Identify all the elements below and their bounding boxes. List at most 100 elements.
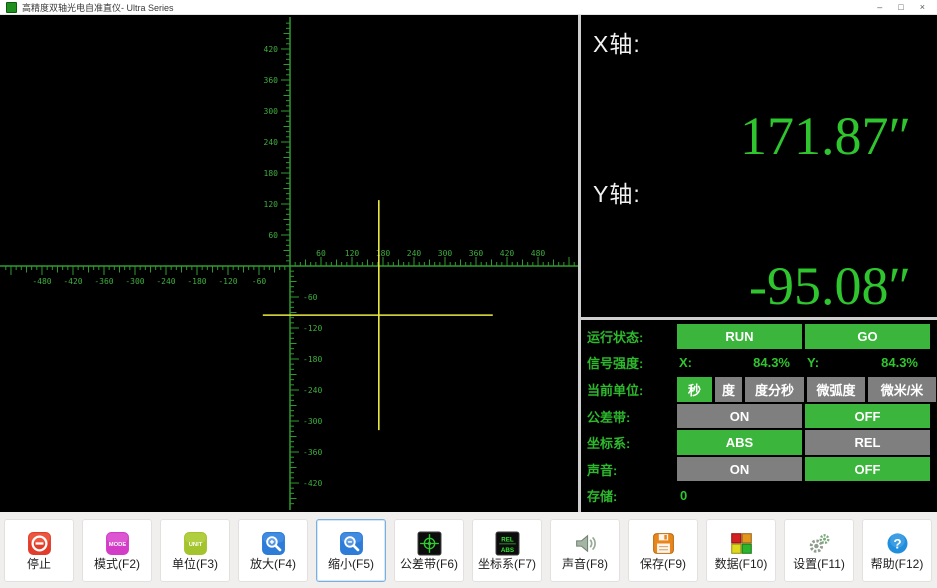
x-axis-readout: X轴: 171.87″	[581, 17, 937, 167]
svg-text:REL: REL	[501, 536, 514, 543]
sound-button[interactable]: 声音(F8)	[550, 519, 620, 582]
svg-text:120: 120	[345, 249, 360, 258]
status-row-label: 公差带:	[587, 404, 677, 429]
signal-axis-value: 84.3%	[881, 355, 918, 370]
svg-text:-300: -300	[303, 417, 322, 426]
toolbar-button-label: 停止	[27, 558, 51, 571]
svg-text:240: 240	[264, 138, 279, 147]
status-button[interactable]: RUN	[677, 324, 802, 349]
graph-panel: -480-420-360-300-240-180-120-60601201802…	[0, 15, 578, 512]
toolbar-button-label: 声音(F8)	[562, 558, 608, 571]
toolbar-button-label: 坐标系(F7)	[478, 558, 536, 571]
svg-text:360: 360	[264, 76, 279, 85]
window-controls: – □ ×	[877, 0, 925, 15]
status-button[interactable]: GO	[805, 324, 930, 349]
status-row: 运行状态:RUNGO	[587, 324, 930, 349]
tolerance-button[interactable]: 公差带(F6)	[394, 519, 464, 582]
data-button[interactable]: 数据(F10)	[706, 519, 776, 582]
status-row-cells: RUNGO	[677, 324, 930, 349]
status-button[interactable]: 秒	[677, 377, 712, 402]
svg-text:ABS: ABS	[500, 546, 513, 553]
coordinate-button[interactable]: REL ABS 坐标系(F7)	[472, 519, 542, 582]
svg-text:360: 360	[469, 249, 484, 258]
status-button[interactable]: REL	[805, 430, 930, 455]
toolbar-button-label: 设置(F11)	[793, 558, 845, 571]
svg-text:480: 480	[531, 249, 546, 258]
signal-axis-name: X:	[679, 355, 692, 370]
signal-axis-name: Y:	[807, 355, 819, 370]
save-button[interactable]: 保存(F9)	[628, 519, 698, 582]
toolbar-button-label: 模式(F2)	[94, 558, 140, 571]
status-row-label: 信号强度:	[587, 351, 677, 376]
svg-text:?: ?	[893, 536, 901, 551]
zoom-out-button[interactable]: 缩小(F5)	[316, 519, 386, 582]
graph-canvas: -480-420-360-300-240-180-120-60601201802…	[0, 15, 578, 512]
help-button[interactable]: ?帮助(F12)	[862, 519, 932, 582]
svg-text:-360: -360	[94, 277, 113, 286]
svg-text:-480: -480	[32, 277, 51, 286]
status-button[interactable]: ABS	[677, 430, 802, 455]
svg-text:UNIT: UNIT	[188, 542, 202, 548]
status-button[interactable]: 微弧度	[807, 377, 865, 402]
close-icon[interactable]: ×	[920, 0, 925, 15]
svg-text:-180: -180	[187, 277, 206, 286]
svg-text:-180: -180	[303, 355, 322, 364]
y-axis-label: Y轴:	[593, 175, 641, 209]
settings-button[interactable]: 设置(F11)	[784, 519, 854, 582]
status-row: 坐标系:ABSREL	[587, 430, 930, 455]
mode-button[interactable]: MODE 模式(F2)	[82, 519, 152, 582]
svg-text:60: 60	[268, 231, 278, 240]
mode-icon: MODE	[104, 530, 130, 556]
status-row: 信号强度:X:84.3% Y: 84.3%	[587, 351, 930, 376]
svg-text:-60: -60	[252, 277, 267, 286]
svg-text:-120: -120	[218, 277, 237, 286]
status-button[interactable]: 微米/米	[868, 377, 936, 402]
status-row-cells: ABSREL	[677, 430, 930, 455]
status-row: 当前单位:秒度度分秒微弧度微米/米	[587, 377, 930, 402]
svg-text:-240: -240	[303, 386, 322, 395]
right-panel: X轴: 171.87″ Y轴: -95.08″ 运行状态:RUNGO信号强度:X…	[581, 15, 937, 512]
status-row-label: 当前单位:	[587, 377, 677, 402]
svg-text:60: 60	[316, 249, 326, 258]
storage-count: 0	[677, 483, 687, 508]
status-button[interactable]: 度分秒	[745, 377, 804, 402]
stop-icon	[26, 530, 52, 556]
status-button[interactable]: 度	[715, 377, 742, 402]
svg-text:MODE: MODE	[108, 542, 126, 548]
minimize-icon[interactable]: –	[877, 0, 882, 15]
svg-text:-240: -240	[156, 277, 175, 286]
svg-text:-360: -360	[303, 448, 322, 457]
readout-display: X轴: 171.87″ Y轴: -95.08″	[581, 15, 937, 317]
zoom-out-icon	[338, 530, 364, 556]
data-icon	[728, 530, 754, 556]
status-row: 存储:0	[587, 483, 930, 508]
signal-strength: X:84.3%	[677, 351, 802, 376]
status-table: 运行状态:RUNGO信号强度:X:84.3%Y:84.3%当前单位:秒度度分秒微…	[581, 320, 937, 512]
status-row-cells: 0	[677, 483, 930, 508]
toolbar-button-label: 缩小(F5)	[328, 558, 374, 571]
svg-text:-300: -300	[125, 277, 144, 286]
status-button[interactable]: OFF	[805, 404, 930, 429]
svg-text:300: 300	[438, 249, 453, 258]
status-row: 公差带:ONOFF	[587, 404, 930, 429]
status-row-cells: X:84.3% Y: 84.3%	[677, 351, 930, 376]
zoom-in-button[interactable]: 放大(F4)	[238, 519, 308, 582]
y-axis-value: -95.08″	[749, 259, 911, 313]
status-button[interactable]: ON	[677, 457, 802, 482]
status-row-label: 坐标系:	[587, 430, 677, 455]
status-button[interactable]: ON	[677, 404, 802, 429]
stop-button[interactable]: 停止	[4, 519, 74, 582]
status-row-cells: ONOFF	[677, 404, 930, 429]
svg-text:300: 300	[264, 107, 279, 116]
maximize-icon[interactable]: □	[898, 0, 903, 15]
tolerance-icon	[416, 530, 442, 556]
window-title: 高精度双轴光电自准直仪- Ultra Series	[22, 1, 872, 14]
toolbar-button-label: 放大(F4)	[250, 558, 296, 571]
svg-text:-60: -60	[303, 293, 318, 302]
status-button[interactable]: OFF	[805, 457, 930, 482]
settings-icon	[806, 530, 832, 556]
status-row-cells: 秒度度分秒微弧度微米/米	[677, 377, 930, 402]
status-row-label: 运行状态:	[587, 324, 677, 349]
toolbar-button-label: 公差带(F6)	[400, 558, 458, 571]
unit-button[interactable]: UNIT单位(F3)	[160, 519, 230, 582]
